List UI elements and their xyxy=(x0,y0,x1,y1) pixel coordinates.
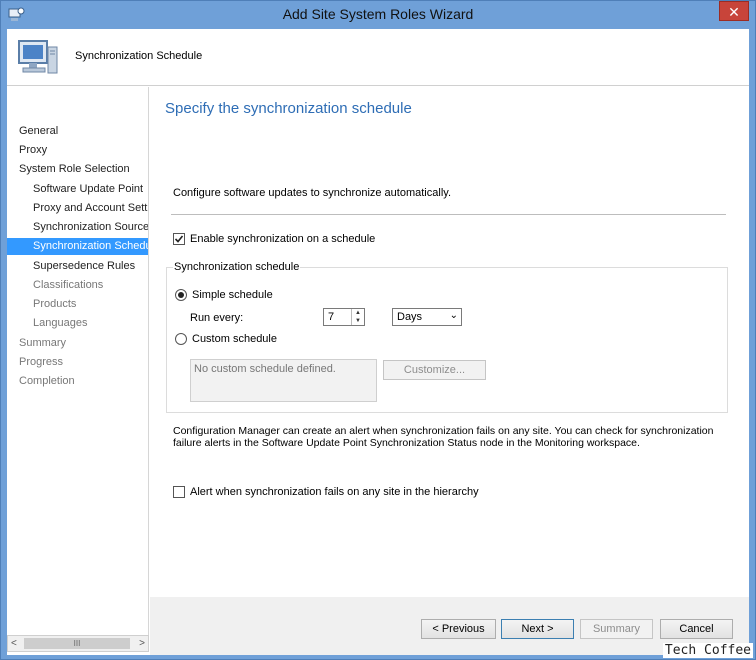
next-button[interactable]: Next > xyxy=(501,619,574,639)
interval-unit-value: Days xyxy=(397,311,423,323)
nav-item-products[interactable]: Products xyxy=(7,296,148,313)
window-title: Add Site System Roles Wizard xyxy=(282,6,474,22)
watermark: Tech Coffee xyxy=(662,643,753,658)
summary-button[interactable]: Summary xyxy=(580,619,653,639)
close-button[interactable]: ✕ xyxy=(719,1,749,21)
customize-button[interactable]: Customize... xyxy=(383,360,486,380)
nav-item-supersedence-rules[interactable]: Supersedence Rules xyxy=(7,258,148,275)
wizard-footer: < Previous Next > Summary Cancel xyxy=(150,597,749,655)
chevron-down-icon: ⌄ xyxy=(449,310,458,321)
nav-item-classifications[interactable]: Classifications xyxy=(7,277,148,294)
interval-unit-select[interactable]: Days ⌄ xyxy=(392,308,462,326)
nav-item-languages[interactable]: Languages xyxy=(7,315,148,332)
simple-schedule-label: Simple schedule xyxy=(192,289,273,301)
nav-item-synchronization-schedule[interactable]: Synchronization Schedule xyxy=(7,238,148,255)
checkmark-icon xyxy=(174,235,184,243)
nav-item-proxy-account-settings[interactable]: Proxy and Account Settings xyxy=(7,200,148,217)
computer-icon xyxy=(18,40,58,74)
title-bar[interactable]: Add Site System Roles Wizard ✕ xyxy=(1,1,755,29)
alert-row[interactable]: Alert when synchronization fails on any … xyxy=(173,486,479,498)
enable-sync-label: Enable synchronization on a schedule xyxy=(190,233,376,245)
nav-item-general[interactable]: General xyxy=(7,123,148,140)
enable-sync-checkbox[interactable] xyxy=(173,233,185,245)
run-every-value: 7 xyxy=(328,311,335,323)
simple-schedule-row[interactable]: Simple schedule xyxy=(175,289,273,301)
wizard-content: Specify the synchronization schedule Con… xyxy=(150,87,749,597)
alert-info-text: Configuration Manager can create an aler… xyxy=(173,425,714,449)
alert-label: Alert when synchronization fails on any … xyxy=(190,486,479,498)
scroll-right-arrow-icon[interactable]: > xyxy=(139,638,145,649)
wizard-window: Add Site System Roles Wizard ✕ Synchroni… xyxy=(0,0,756,660)
custom-schedule-label: Custom schedule xyxy=(192,333,277,345)
nav-item-synchronization-source[interactable]: Synchronization Source xyxy=(7,219,148,236)
intro-text: Configure software updates to synchroniz… xyxy=(173,187,451,199)
custom-schedule-row[interactable]: Custom schedule xyxy=(175,333,277,345)
custom-schedule-display: No custom schedule defined. xyxy=(190,359,377,402)
sync-schedule-group-label: Synchronization schedule xyxy=(173,261,301,273)
header-title: Synchronization Schedule xyxy=(75,50,203,62)
scroll-thumb[interactable]: III xyxy=(24,638,130,649)
nav-item-progress[interactable]: Progress xyxy=(7,354,148,371)
run-every-label: Run every: xyxy=(190,312,244,324)
simple-schedule-radio[interactable] xyxy=(175,289,187,301)
nav-item-software-update-point[interactable]: Software Update Point xyxy=(7,181,148,198)
nav-item-proxy[interactable]: Proxy xyxy=(7,142,148,159)
nav-horizontal-scrollbar[interactable]: < III > xyxy=(7,635,149,652)
wizard-nav: General Proxy System Role Selection Soft… xyxy=(7,87,149,635)
enable-sync-row[interactable]: Enable synchronization on a schedule xyxy=(173,233,375,245)
cancel-button[interactable]: Cancel xyxy=(660,619,733,639)
page-heading: Specify the synchronization schedule xyxy=(165,100,412,117)
scroll-left-arrow-icon[interactable]: < xyxy=(11,638,17,649)
separator xyxy=(171,214,726,215)
wizard-header: Synchronization Schedule xyxy=(7,29,749,86)
nav-item-summary[interactable]: Summary xyxy=(7,335,148,352)
run-every-stepper[interactable]: 7 ▲ ▼ xyxy=(323,308,365,326)
nav-item-system-role-selection[interactable]: System Role Selection xyxy=(7,161,148,178)
alert-checkbox[interactable] xyxy=(173,486,185,498)
custom-schedule-radio[interactable] xyxy=(175,333,187,345)
nav-item-completion[interactable]: Completion xyxy=(7,373,148,390)
stepper-arrows-icon[interactable]: ▲ ▼ xyxy=(351,309,364,325)
previous-button[interactable]: < Previous xyxy=(421,619,496,639)
wizard-client: Synchronization Schedule General Proxy S… xyxy=(7,29,749,655)
